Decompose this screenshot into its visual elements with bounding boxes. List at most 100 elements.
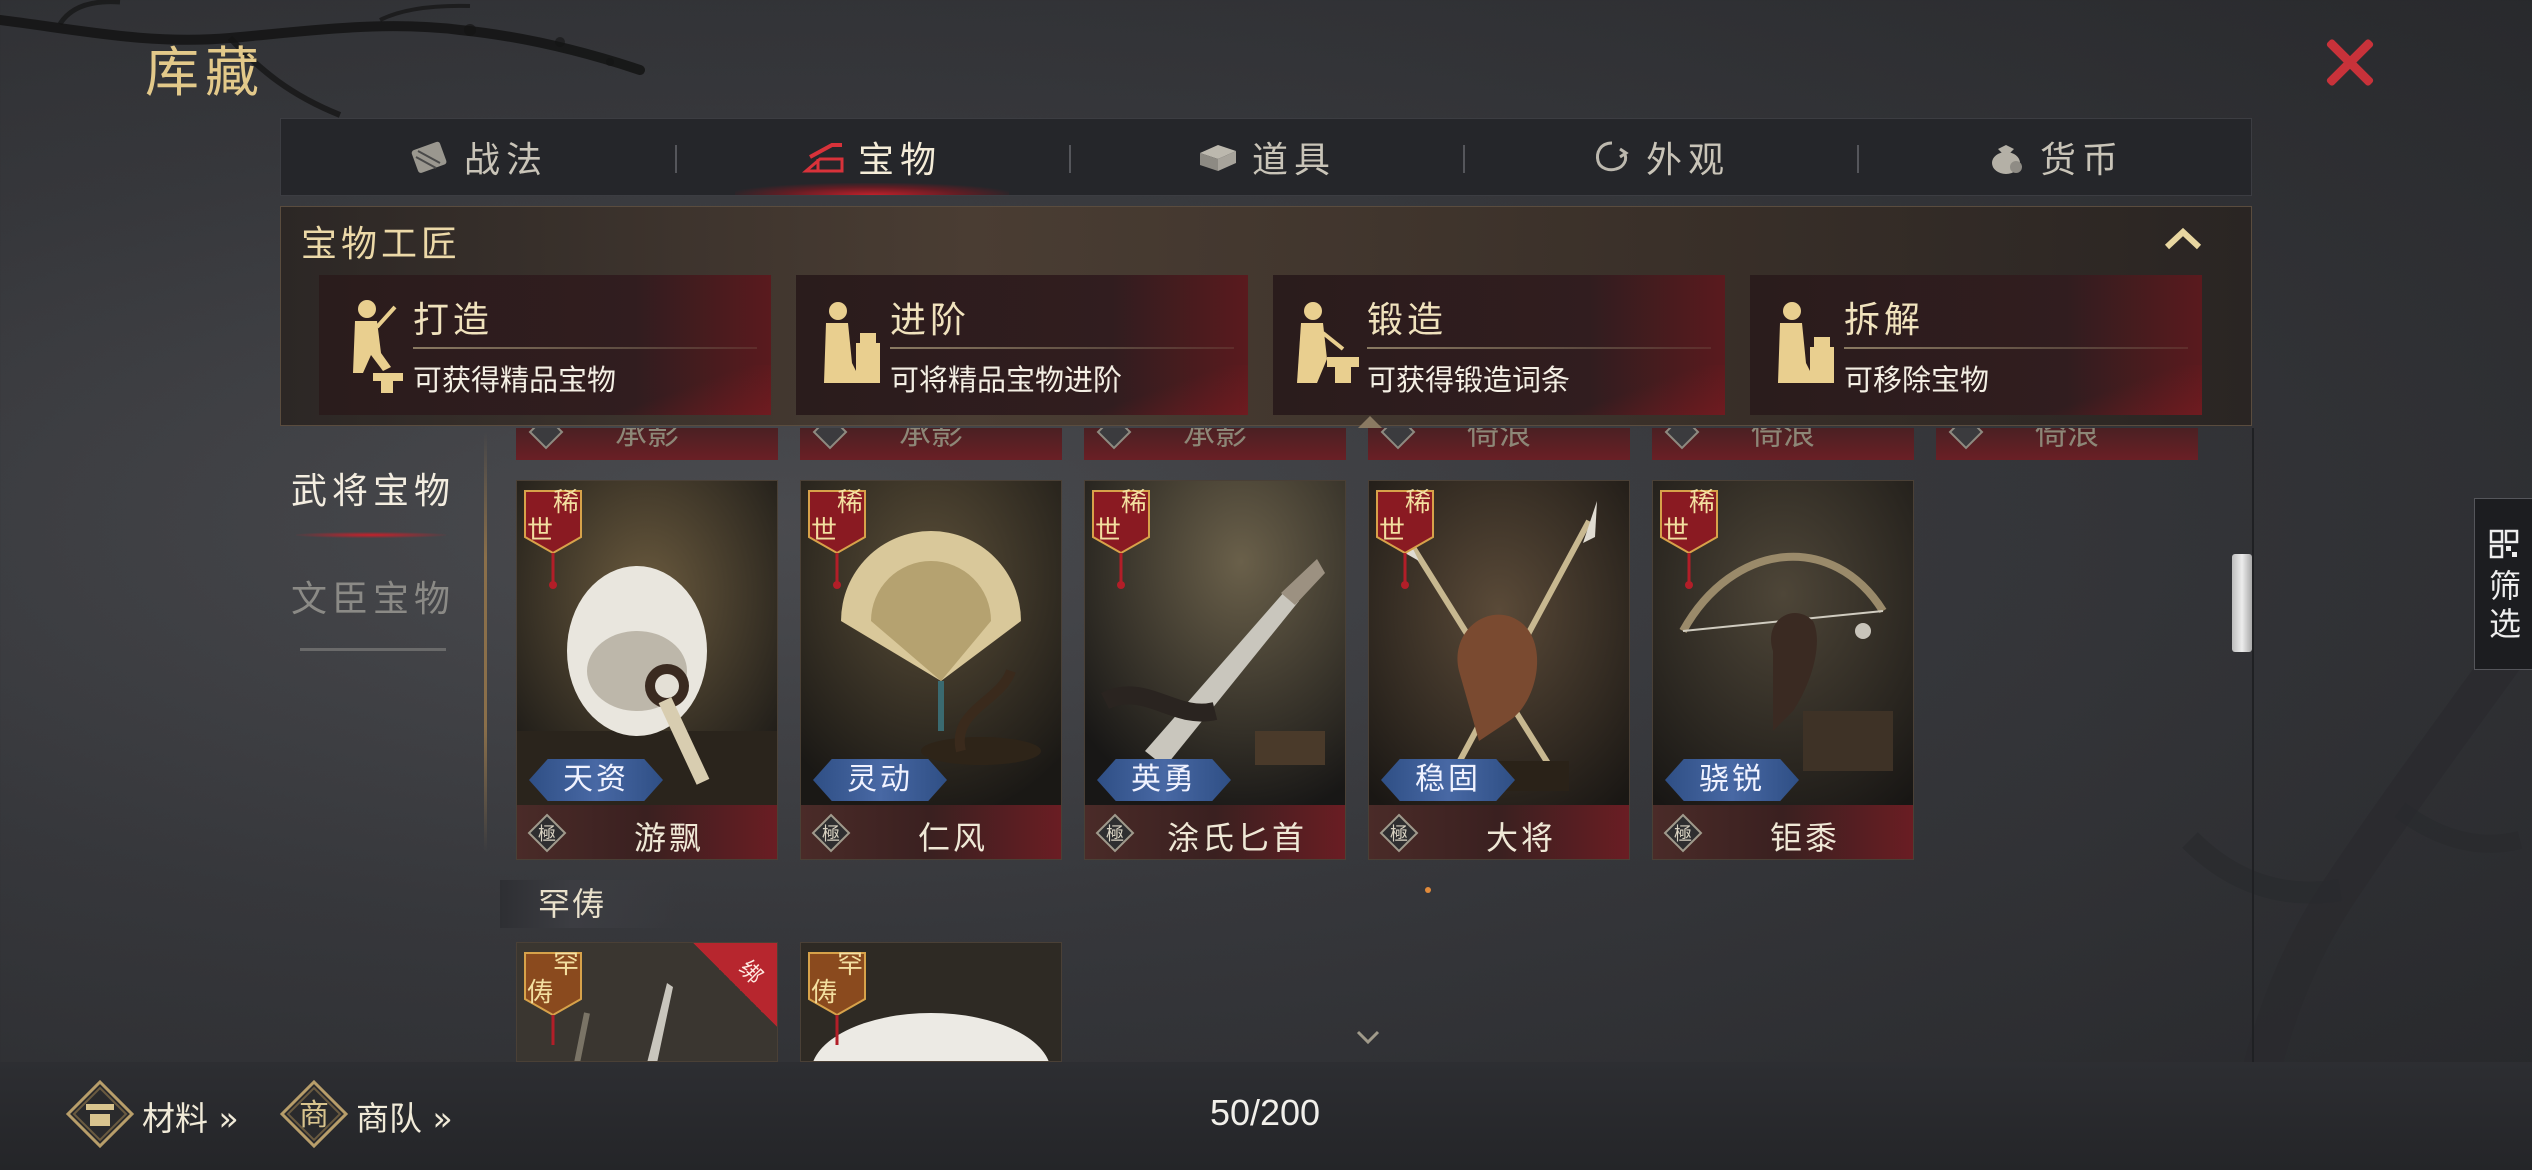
- treasure-craftsman-panel: 宝物工匠 打造 可获得精品宝物 进阶 可将精品宝物进阶 锻造 可获得锻造词条 拆…: [280, 206, 2252, 426]
- appearance-icon: [1596, 141, 1629, 172]
- craft-action-name: 拆解: [1844, 300, 1925, 341]
- page-title: 库藏: [145, 41, 265, 104]
- craft-divider: [413, 347, 757, 349]
- rarity-label: 稀世 稀世: [1095, 488, 1148, 546]
- treasure-icon: [801, 143, 844, 173]
- anvil-worker-icon: [1297, 302, 1359, 383]
- tab-tactics[interactable]: 战法: [281, 119, 675, 195]
- partial-item-name: 承影: [898, 428, 963, 452]
- rarity-label: 稀世 稀世: [527, 488, 580, 546]
- treasure-card[interactable]: 罕俦 罕俦 绑: [516, 942, 778, 1062]
- item-name-bar: 極 大将: [1369, 805, 1629, 859]
- treasure-card[interactable]: 稀世 稀世 稳固 極 大将: [1368, 480, 1630, 860]
- craft-action-desc: 可获得精品宝物: [413, 363, 617, 397]
- craftsman-panel-title: 宝物工匠: [301, 224, 462, 265]
- grade-badge-icon: 極: [1379, 813, 1419, 853]
- tab-tactics-label: 战法: [463, 140, 548, 181]
- craft-action-temper[interactable]: 锻造 可获得锻造词条: [1273, 275, 1725, 415]
- craft-action-forge[interactable]: 打造 可获得精品宝物: [319, 275, 771, 415]
- category-general-treasure[interactable]: 武将宝物: [282, 462, 464, 514]
- craft-divider: [890, 347, 1234, 349]
- partial-item-name: 承影: [614, 428, 679, 452]
- partial-item-card[interactable]: 承影: [516, 428, 778, 460]
- chevron-up-icon[interactable]: [2163, 227, 2203, 251]
- treasure-card[interactable]: 稀世 稀世 灵动 極 仁风: [800, 480, 1062, 860]
- materials-button[interactable]: 材料 »: [64, 1078, 264, 1150]
- rarity-label: 罕俦 罕俦: [527, 950, 580, 1008]
- svg-text:極: 極: [1106, 824, 1124, 845]
- treasure-card[interactable]: 稀世 稀世 英勇 極 涂氏匕首: [1084, 480, 1346, 860]
- panel-pointer: [1358, 416, 1382, 428]
- item-name: 游飘: [633, 819, 704, 857]
- money-bag-icon: [1991, 145, 2022, 174]
- craft-action-advance[interactable]: 进阶 可将精品宝物进阶: [796, 275, 1248, 415]
- close-icon[interactable]: [2318, 30, 2382, 94]
- tab-currency-label: 货币: [2039, 140, 2124, 181]
- scrollbar-track: [2252, 428, 2254, 1062]
- grade-badge-icon: 極: [811, 813, 851, 853]
- partial-item-name: 倚浪: [1466, 428, 1531, 452]
- partial-item-card[interactable]: 倚浪: [1936, 428, 2198, 460]
- item-name-bar: 極 钜黍: [1653, 805, 1913, 859]
- tab-props-label: 道具: [1251, 140, 1336, 181]
- partial-item-name: 承影: [1182, 428, 1247, 452]
- filter-button[interactable]: 筛 选: [2474, 498, 2532, 670]
- craft-action-name: 打造: [413, 300, 494, 341]
- filter-label: 筛 选: [2488, 567, 2521, 643]
- partial-item-card[interactable]: 承影: [800, 428, 1062, 460]
- craft-action-name: 锻造: [1367, 300, 1448, 341]
- item-box-icon: [1199, 145, 1236, 171]
- tab-treasure-label: 宝物: [857, 140, 942, 181]
- treasure-card[interactable]: 稀世 稀世 骁锐 極 钜黍: [1652, 480, 1914, 860]
- craft-divider: [1844, 347, 2188, 349]
- tab-appearance[interactable]: 外观: [1463, 119, 1857, 195]
- trait-badge: 稳固: [1381, 759, 1515, 801]
- tab-currency[interactable]: 货币: [1857, 119, 2251, 195]
- craft-action-desc: 可将精品宝物进阶: [890, 363, 1123, 397]
- trait-badge: 骁锐: [1665, 759, 1799, 801]
- partial-item-name: 倚浪: [2034, 428, 2099, 452]
- svg-text:極: 極: [1674, 824, 1692, 845]
- scroll-icon: [411, 141, 447, 173]
- section-header-hanchou: 罕俦: [500, 880, 680, 928]
- treasure-card[interactable]: 稀世 稀世 天资 極 游飘: [516, 480, 778, 860]
- grade-badge-icon: 極: [1095, 813, 1135, 853]
- nav-divider-line: [484, 432, 487, 852]
- merchant-icon: 商: [279, 1079, 349, 1149]
- main-tab-bar: 战法 宝物 道具 外观 货币: [280, 118, 2252, 196]
- storage-capacity: 50/200: [1209, 1092, 1321, 1133]
- craft-action-dismantle[interactable]: 拆解 可移除宝物: [1750, 275, 2202, 415]
- scroll-down-hint-icon: [1356, 1030, 1380, 1044]
- item-name-bar: 極 游飘: [517, 805, 777, 859]
- trait-badge: 灵动: [813, 759, 947, 801]
- active-category-indicator: [296, 532, 446, 538]
- rarity-label: 罕俦 罕俦: [811, 950, 864, 1008]
- tab-treasure[interactable]: 宝物: [675, 119, 1069, 195]
- grade-badge-icon: 極: [527, 813, 567, 853]
- rarity-label: 稀世 稀世: [1663, 488, 1716, 546]
- craftsman-kneeling-icon: [824, 302, 880, 383]
- item-name: 仁风: [917, 819, 988, 857]
- category-minister-treasure[interactable]: 文臣宝物: [282, 570, 464, 622]
- svg-text:極: 極: [538, 824, 556, 845]
- caravan-button[interactable]: 商 商队 »: [278, 1078, 478, 1150]
- grade-badge-icon: 極: [1663, 813, 1703, 853]
- craft-action-desc: 可获得锻造词条: [1367, 363, 1571, 397]
- partial-item-card[interactable]: 倚浪: [1652, 428, 1914, 460]
- partial-item-card[interactable]: 倚浪: [1368, 428, 1630, 460]
- scrollbar-thumb[interactable]: [2232, 554, 2252, 652]
- scale-icon: [65, 1079, 135, 1149]
- item-name: 钜黍: [1769, 819, 1840, 857]
- partial-item-card[interactable]: 承影: [1084, 428, 1346, 460]
- craftsman-kneeling-icon: [1778, 302, 1834, 383]
- svg-text:商: 商: [299, 1098, 329, 1133]
- tab-props[interactable]: 道具: [1069, 119, 1463, 195]
- category-divider: [300, 648, 446, 651]
- tab-appearance-label: 外观: [1645, 140, 1730, 181]
- grid-filter-icon: [2489, 529, 2519, 559]
- item-name: 大将: [1485, 819, 1556, 857]
- treasure-card[interactable]: 罕俦 罕俦: [800, 942, 1062, 1062]
- rarity-label: 稀世 稀世: [811, 488, 864, 546]
- caravan-label: 商队 »: [356, 1099, 453, 1138]
- trait-badge: 天资: [529, 759, 663, 801]
